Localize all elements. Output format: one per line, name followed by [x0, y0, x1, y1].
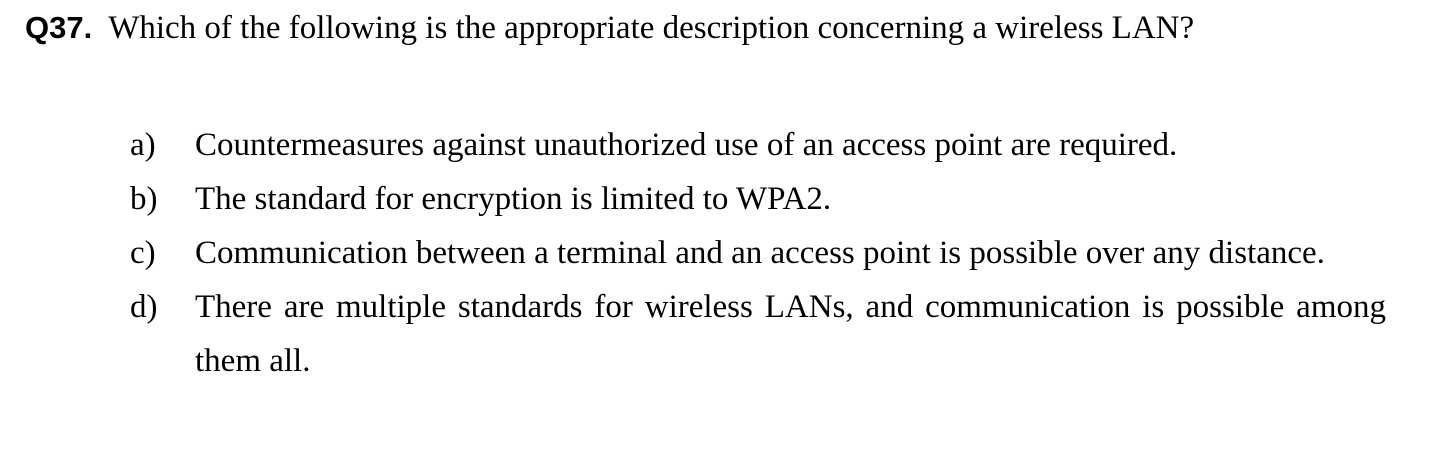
option-label: b) [130, 181, 158, 217]
question-header: Q37. Which of the following is the appro… [25, 10, 1194, 47]
answer-options: a) Countermeasures against unauthorized … [130, 118, 1386, 388]
option-text: There are multiple standards for wireles… [195, 289, 1386, 379]
question-number: Q37. [25, 10, 93, 45]
option-text: Countermeasures against unauthorized use… [195, 127, 1178, 163]
option-text: Communication between a terminal and an … [195, 235, 1325, 271]
question-text: Which of the following is the appropriat… [108, 10, 1195, 46]
option-d: d) There are multiple standards for wire… [130, 280, 1386, 388]
option-label: a) [130, 127, 156, 163]
option-c: c) Communication between a terminal and … [130, 226, 1386, 280]
option-text: The standard for encryption is limited t… [195, 181, 832, 217]
option-b: b) The standard for encryption is limite… [130, 172, 1386, 226]
option-a: a) Countermeasures against unauthorized … [130, 118, 1386, 172]
option-label: c) [130, 235, 156, 271]
option-label: d) [130, 289, 158, 325]
